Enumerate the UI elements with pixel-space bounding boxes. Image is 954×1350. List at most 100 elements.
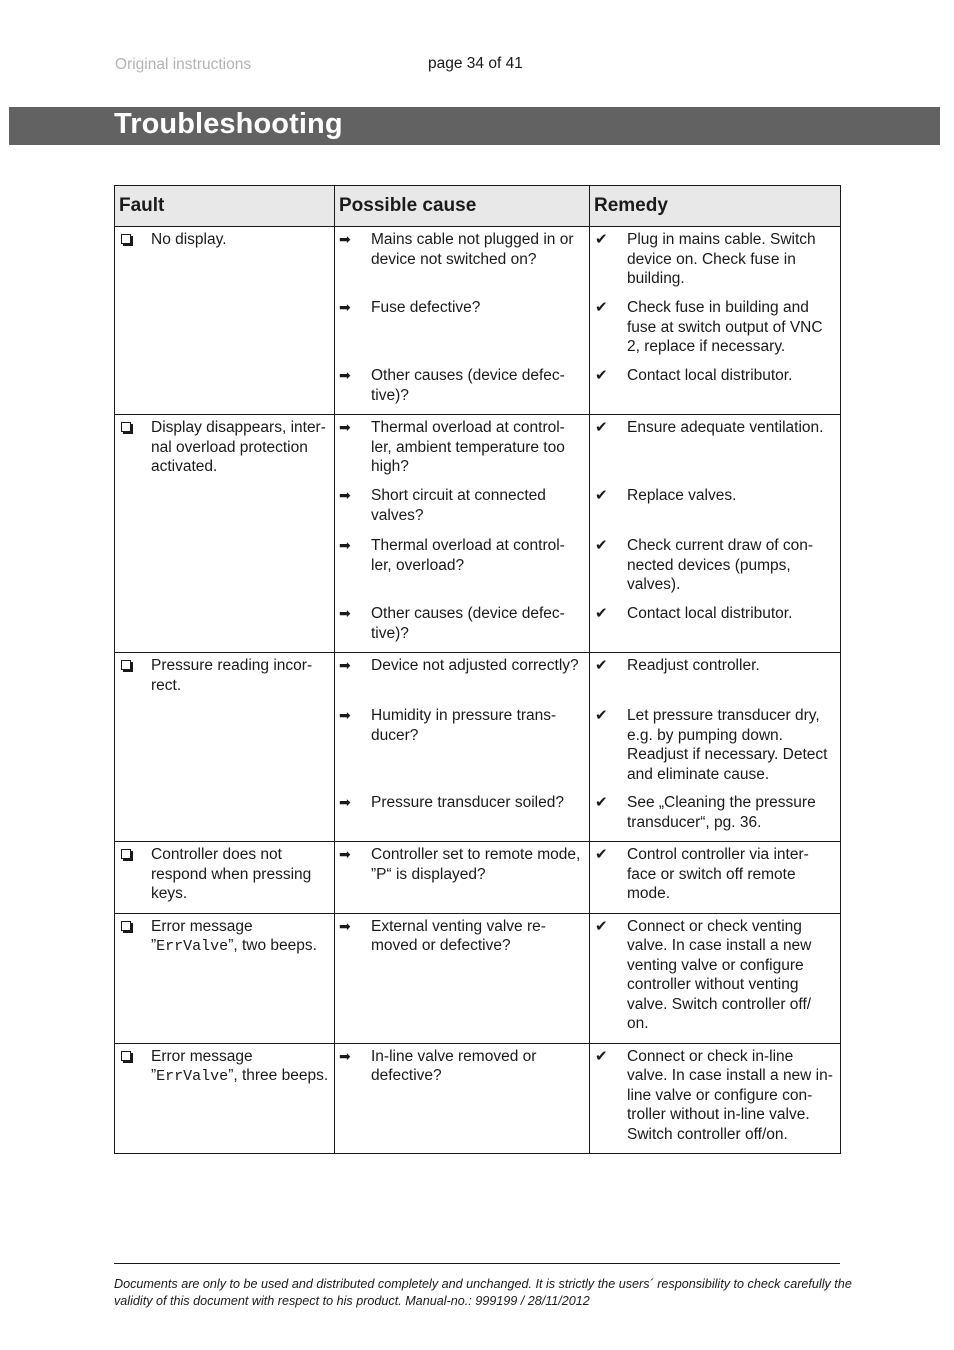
checkmark-icon: ✔ [595, 707, 608, 724]
section-title-bar: Troubleshooting [9, 107, 940, 145]
fault-item: Pressure reading incor-rect. [119, 656, 330, 695]
cause-content: ➡ External venting valve re-moved or defe… [335, 914, 589, 965]
checkbox-icon-glyph [121, 234, 131, 244]
checkmark-icon: ✔ [595, 367, 608, 384]
cause-text: Thermal overload at control-ler, overloa… [371, 537, 565, 574]
cause-cell: ➡ In-line valve removed or defective? [334, 1042, 590, 1154]
checkbox-icon-glyph [121, 849, 131, 859]
cause-item: ➡ Mains cable not plugged in or device no… [339, 230, 585, 298]
fault-content: Pressure reading incor-rect. [115, 653, 334, 704]
table-row: No display. ➡ Mains cable not plugged in o… [114, 226, 841, 415]
cause-text: Device not adjusted correctly? [371, 657, 579, 674]
arrow-right-icon: ➡ [339, 657, 351, 673]
checkmark-icon: ✔ [595, 419, 608, 436]
remedy-text: Let pressure transducer dry, e.g. by pum… [627, 707, 828, 783]
arrow-right-icon: ➡ [339, 367, 351, 383]
cause-item: ➡ In-line valve removed or defective? [339, 1047, 585, 1086]
cause-content: ➡ Mains cable not plugged in or device no… [335, 227, 589, 414]
arrow-right-icon: ➡ [339, 846, 351, 862]
troubleshooting-table: Fault Possible cause Remedy No display. ➡… [114, 185, 841, 1154]
cause-item: ➡ Short circuit at connected valves? [339, 486, 585, 536]
cause-item: ➡ Other causes (device defec-tive)? [339, 604, 585, 643]
remedy-item: ✔ Contact local distributor. [594, 366, 836, 386]
fault-cell: Error message ”ErrValve”, three beeps. [114, 1042, 335, 1154]
cause-text: External venting valve re-moved or defec… [371, 917, 546, 955]
fault-item: Error message ”ErrValve”, two beeps. [119, 917, 330, 957]
checkbox-icon-glyph [121, 1050, 131, 1061]
checkbox-icon [119, 656, 151, 695]
checkbox-icon-glyph [121, 920, 131, 931]
cause-content: ➡ Controller set to remote mode, ”P“ is d… [335, 842, 589, 893]
arrow-right-icon: ➡ [339, 299, 351, 315]
fault-text: Display disappears, inter-nal overload p… [151, 419, 326, 475]
arrow-right-icon: ➡ [339, 537, 351, 553]
fault-text: Controller does not respond when pressin… [151, 846, 312, 902]
cause-item: ➡ Controller set to remote mode, ”P“ is d… [339, 845, 585, 884]
fault-content: No display. [115, 227, 334, 259]
fault-item: Error message ”ErrValve”, three beeps. [119, 1047, 330, 1087]
remedy-item: ✔ See „Cleaning the pressure transducer“,… [594, 793, 836, 832]
page-title: Troubleshooting [114, 108, 343, 140]
cause-item: ➡ Pressure transducer soiled? [339, 793, 585, 813]
document-origin-label: Original instructions [115, 56, 252, 73]
checkmark-icon: ✔ [595, 794, 608, 811]
checkmark-icon: ✔ [595, 537, 608, 554]
cause-text: Thermal overload at control-ler, ambient… [371, 419, 565, 475]
cause-content: ➡ Device not adjusted correctly? ➡ Humidity… [335, 653, 589, 822]
remedy-text: Check current draw of con-nected devices… [627, 537, 814, 593]
cause-item: ➡ Fuse defective? [339, 298, 585, 366]
checkbox-icon [119, 1047, 151, 1087]
fault-content: Controller does not respond when pressin… [115, 842, 334, 913]
checkbox-icon-glyph [121, 422, 131, 432]
arrow-right-icon: ➡ [339, 419, 351, 435]
fault-cell: Controller does not respond when pressin… [114, 841, 335, 914]
table-row: Controller does not respond when pressin… [114, 841, 841, 914]
remedy-text: Connect or check venting valve. In case … [627, 917, 812, 1033]
cause-cell: ➡ Controller set to remote mode, ”P“ is d… [334, 841, 590, 914]
remedy-item: ✔ Check current draw of con-nected device… [594, 536, 836, 604]
remedy-text: Readjust controller. [627, 657, 760, 674]
cause-text: Fuse defective? [371, 299, 481, 316]
fault-text-suffix: ”, two beeps. [228, 937, 317, 954]
checkmark-icon: ✔ [595, 917, 608, 935]
fault-content: Error message ”ErrValve”, two beeps. [115, 914, 334, 966]
remedy-item: ✔ Connect or check venting valve. In case… [594, 917, 836, 1034]
table-row: Error message ”ErrValve”, three beeps. ➡ I… [114, 1042, 841, 1154]
fault-text: No display. [151, 231, 227, 248]
arrow-right-icon: ➡ [339, 605, 351, 621]
cause-cell: ➡ External venting valve re-moved or defe… [334, 912, 590, 1044]
remedy-cell: ✔ Ensure adequate ventilation. ✔ Replace va… [589, 414, 841, 653]
fault-text-suffix: ”, three beeps. [228, 1067, 329, 1084]
remedy-text: Connect or check in-line valve. In case … [627, 1047, 833, 1143]
remedy-item: ✔ Control controller via inter-face or sw… [594, 845, 836, 904]
cause-text: Controller set to remote mode, ”P“ is di… [371, 846, 581, 883]
remedy-cell: ✔ Plug in mains cable. Switch device on. … [589, 226, 841, 415]
checkmark-icon: ✔ [595, 299, 608, 316]
table-row: Pressure reading incor-rect. ➡ Device not … [114, 652, 841, 842]
remedy-text: Ensure adequate ventilation. [627, 419, 824, 436]
cause-cell: ➡ Mains cable not plugged in or device no… [334, 226, 590, 415]
remedy-item: ✔ Connect or check in-line valve. In case… [594, 1047, 836, 1145]
checkmark-icon: ✔ [595, 1047, 608, 1065]
remedy-content: ✔ Control controller via inter-face or sw… [590, 842, 840, 913]
remedy-text: Contact local distributor. [627, 367, 793, 384]
cause-item: ➡ Device not adjusted correctly? [339, 656, 585, 706]
arrow-right-icon: ➡ [339, 487, 351, 503]
table-header-row: Fault Possible cause Remedy [114, 185, 841, 227]
remedy-content: ✔ Plug in mains cable. Switch device on. … [590, 227, 840, 395]
remedy-cell: ✔ Control controller via inter-face or sw… [589, 841, 841, 914]
remedy-text: Plug in mains cable. Switch device on. C… [627, 231, 816, 287]
fault-item: Display disappears, inter-nal overload p… [119, 418, 330, 477]
remedy-item: ✔ Let pressure transducer dry, e.g. by pu… [594, 706, 836, 793]
checkmark-icon: ✔ [595, 487, 608, 504]
remedy-content: ✔ Ensure adequate ventilation. ✔ Replace va… [590, 415, 840, 633]
error-code: ErrValve [156, 938, 229, 955]
fault-item: No display. [119, 230, 330, 250]
checkbox-icon [119, 917, 151, 957]
remedy-item: ✔ Replace valves. [594, 486, 836, 536]
cause-text: Mains cable not plugged in or device not… [371, 231, 574, 268]
checkbox-icon [119, 418, 151, 477]
fault-cell: Error message ”ErrValve”, two beeps. [114, 912, 335, 1044]
fault-content: Error message ”ErrValve”, three beeps. [115, 1044, 334, 1096]
checkmark-icon: ✔ [595, 605, 608, 622]
